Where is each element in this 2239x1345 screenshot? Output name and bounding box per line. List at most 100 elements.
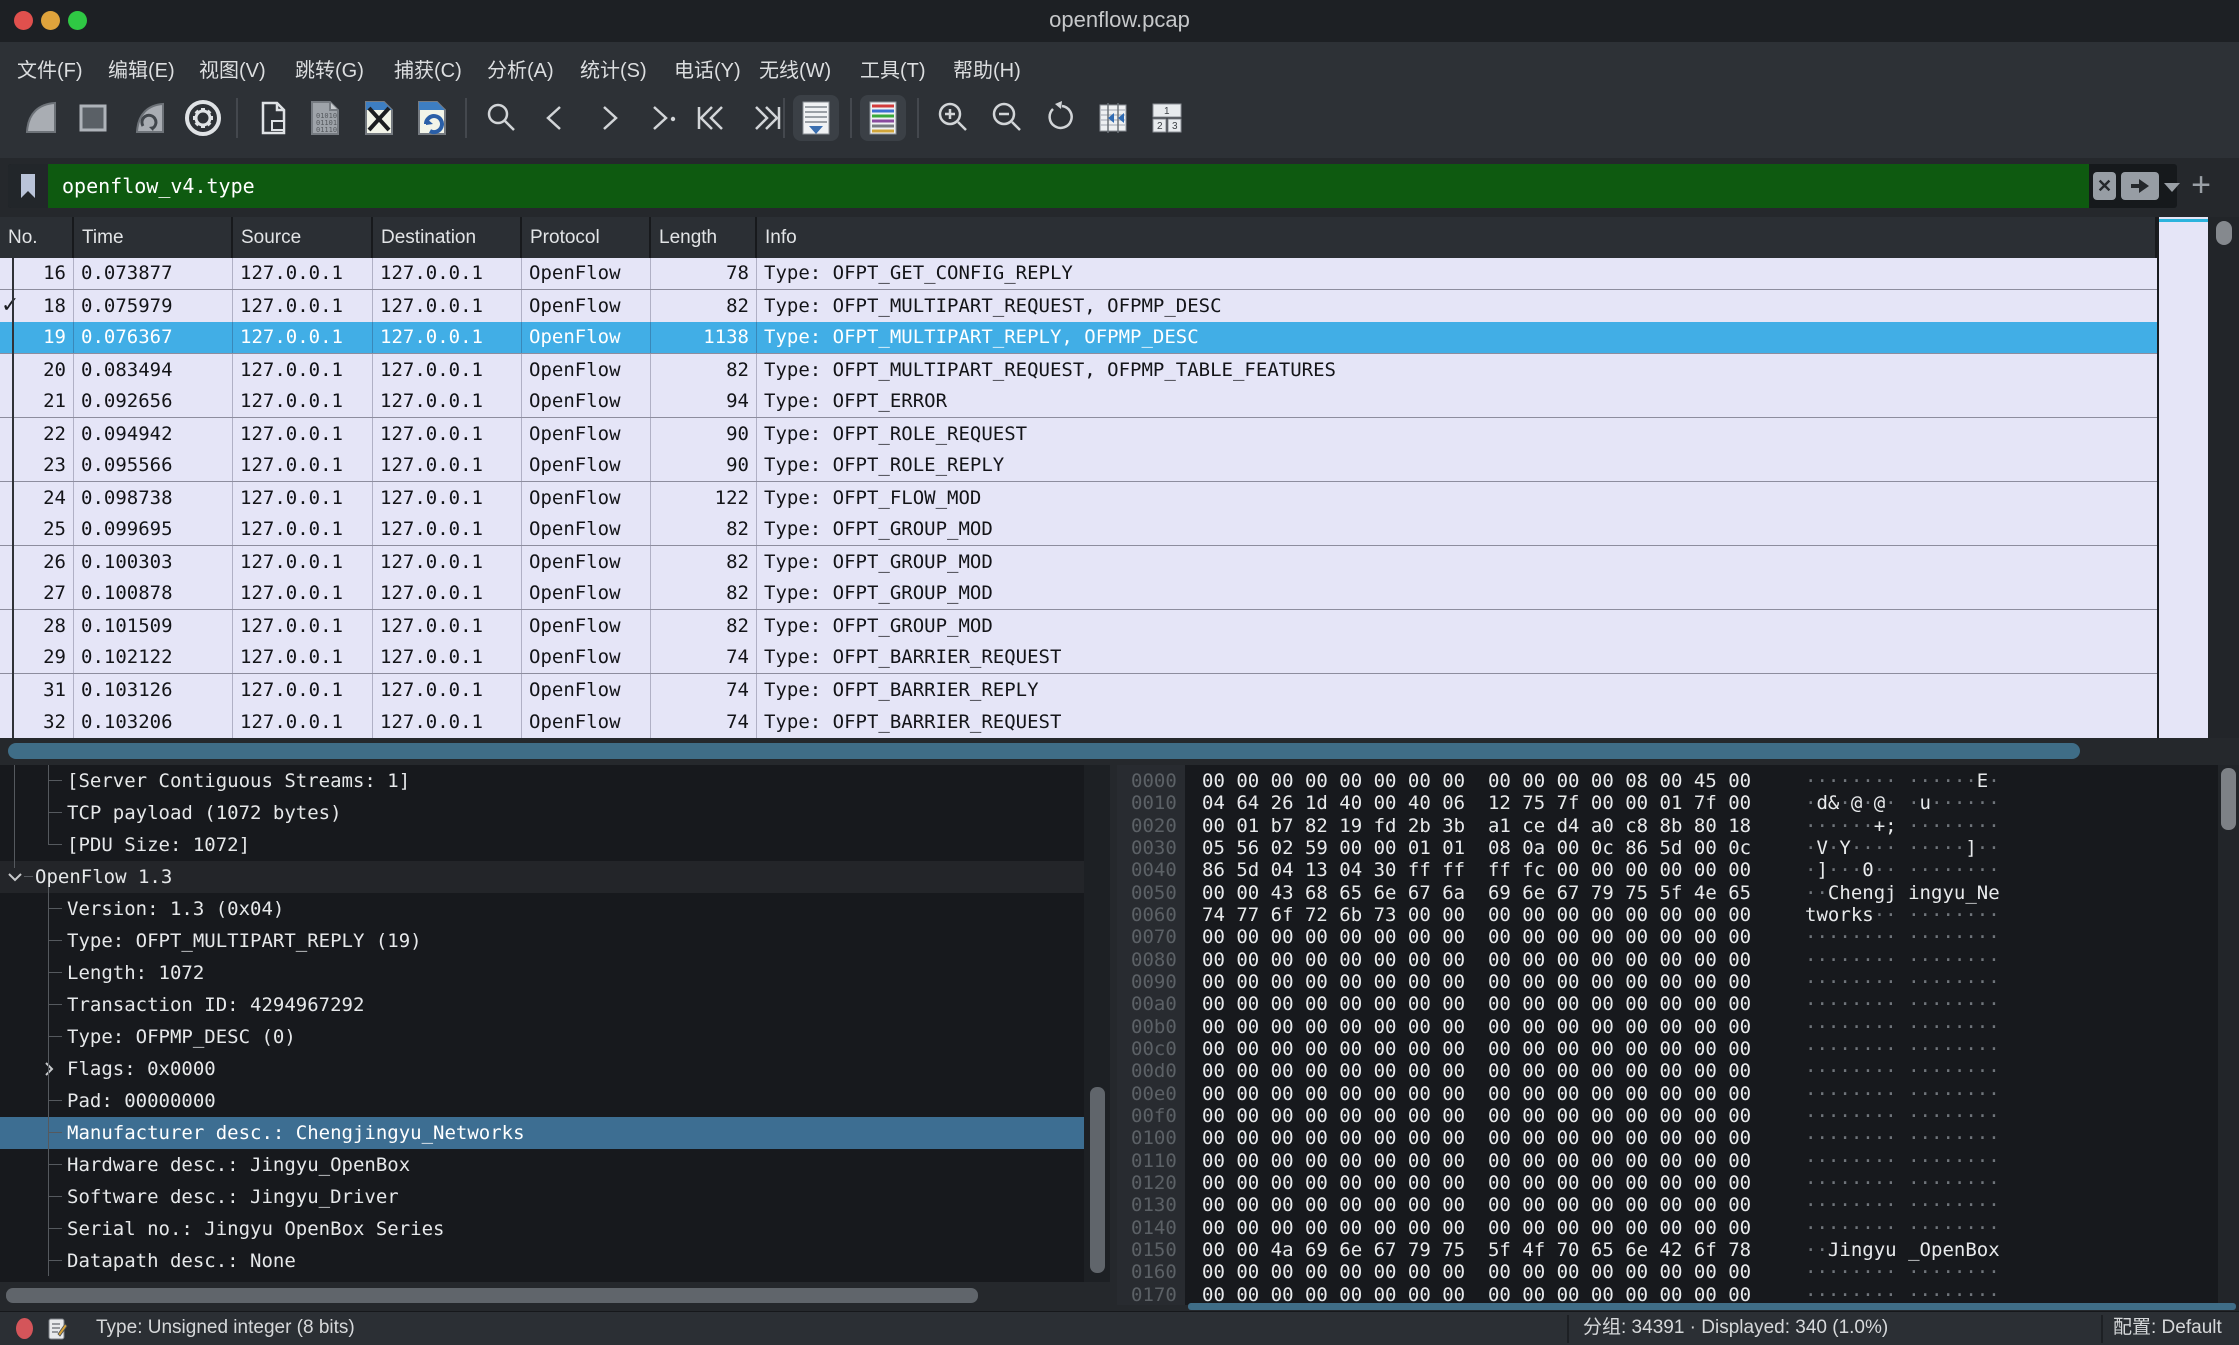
hex-row-0000[interactable]: 000000 00 00 00 00 00 00 00 00 00 00 00 … — [1117, 770, 2239, 792]
capture-start-icon[interactable] — [18, 95, 64, 141]
hex-row-0070[interactable]: 007000 00 00 00 00 00 00 00 00 00 00 00 … — [1117, 926, 2239, 948]
hex-row-00e0[interactable]: 00e000 00 00 00 00 00 00 00 00 00 00 00 … — [1117, 1083, 2239, 1105]
close-file-icon[interactable] — [356, 95, 402, 141]
packet-row-19[interactable]: 190.076367127.0.0.1127.0.0.1OpenFlow1138… — [0, 322, 2157, 354]
hex-row-0140[interactable]: 014000 00 00 00 00 00 00 00 00 00 00 00 … — [1117, 1217, 2239, 1239]
detail-row[interactable]: Flags: 0x0000 — [0, 1053, 1110, 1085]
capture-comment-icon[interactable] — [48, 1318, 68, 1342]
packet-row-29[interactable]: 290.102122127.0.0.1127.0.0.1OpenFlow74Ty… — [0, 642, 2157, 674]
hex-row-0080[interactable]: 008000 00 00 00 00 00 00 00 00 00 00 00 … — [1117, 949, 2239, 971]
go-first-icon[interactable] — [688, 95, 734, 141]
find-packet-icon[interactable] — [478, 95, 524, 141]
menu-item[interactable]: 文件(F) — [17, 54, 83, 83]
hex-row-00b0[interactable]: 00b000 00 00 00 00 00 00 00 00 00 00 00 … — [1117, 1016, 2239, 1038]
menu-item[interactable]: 分析(A) — [487, 54, 554, 83]
detail-row[interactable]: Hardware desc.: Jingyu_OpenBox — [0, 1149, 1110, 1181]
expander-closed-icon[interactable] — [40, 1053, 58, 1085]
packet-row-32[interactable]: 320.103206127.0.0.1127.0.0.1OpenFlow74Ty… — [0, 706, 2157, 738]
fixed-columns-icon[interactable]: 123 — [1144, 95, 1190, 141]
detail-row[interactable]: OpenFlow 1.3 — [0, 861, 1110, 893]
packet-list-header[interactable]: No.TimeSourceDestinationProtocolLengthIn… — [0, 217, 2157, 258]
hex-row-0110[interactable]: 011000 00 00 00 00 00 00 00 00 00 00 00 … — [1117, 1150, 2239, 1172]
menu-item[interactable]: 帮助(H) — [953, 54, 1021, 83]
packet-row-23[interactable]: 230.095566127.0.0.1127.0.0.1OpenFlow90Ty… — [0, 450, 2157, 482]
auto-scroll-icon[interactable] — [793, 95, 839, 141]
go-forward-icon[interactable] — [586, 95, 632, 141]
column-header-length[interactable]: Length — [651, 217, 757, 258]
filter-bookmark-button[interactable] — [8, 164, 48, 208]
expert-info-icon[interactable] — [16, 1318, 33, 1339]
menu-item[interactable]: 电话(Y) — [674, 54, 741, 83]
hex-row-00c0[interactable]: 00c000 00 00 00 00 00 00 00 00 00 00 00 … — [1117, 1038, 2239, 1060]
detail-row[interactable]: Manufacturer desc.: Chengjingyu_Networks — [0, 1117, 1110, 1149]
detail-row[interactable]: Version: 1.3 (0x04) — [0, 893, 1110, 925]
packet-list-hscrollbar-thumb[interactable] — [8, 743, 2080, 759]
hex-row-00d0[interactable]: 00d000 00 00 00 00 00 00 00 00 00 00 00 … — [1117, 1060, 2239, 1082]
packet-row-18[interactable]: 180.075979127.0.0.1127.0.0.1OpenFlow82Ty… — [0, 290, 2157, 322]
packet-row-28[interactable]: 280.101509127.0.0.1127.0.0.1OpenFlow82Ty… — [0, 610, 2157, 642]
hex-row-0010[interactable]: 001004 64 26 1d 40 00 40 06 12 75 7f 00 … — [1117, 792, 2239, 814]
resize-columns-icon[interactable] — [1090, 95, 1136, 141]
column-header-protocol[interactable]: Protocol — [522, 217, 651, 258]
open-file-icon[interactable] — [250, 95, 296, 141]
hex-row-0060[interactable]: 006074 77 6f 72 6b 73 00 00 00 00 00 00 … — [1117, 904, 2239, 926]
hex-row-00a0[interactable]: 00a000 00 00 00 00 00 00 00 00 00 00 00 … — [1117, 993, 2239, 1015]
column-header-source[interactable]: Source — [233, 217, 373, 258]
menu-item[interactable]: 无线(W) — [759, 54, 831, 83]
detail-row[interactable]: [PDU Size: 1072] — [0, 829, 1110, 861]
details-vscrollbar-thumb[interactable] — [1090, 1087, 1105, 1273]
hex-hscrollbar-thumb[interactable] — [1188, 1303, 2236, 1310]
hex-row-0020[interactable]: 002000 01 b7 82 19 fd 2b 3b a1 ce d4 a0 … — [1117, 815, 2239, 837]
go-back-icon[interactable] — [532, 95, 578, 141]
detail-row[interactable]: Type: OFPMP_DESC (0) — [0, 1021, 1110, 1053]
filter-apply-button[interactable] — [2121, 172, 2159, 200]
detail-row[interactable]: Serial no.: Jingyu OpenBox Series — [0, 1213, 1110, 1245]
filter-bar[interactable]: openflow_v4.type ✕ — [8, 164, 2177, 208]
menu-item[interactable]: 编辑(E) — [108, 54, 175, 83]
packet-list-hscrollbar[interactable] — [0, 738, 2239, 765]
packet-row-16[interactable]: 160.073877127.0.0.1127.0.0.1OpenFlow78Ty… — [0, 258, 2157, 290]
packet-list-vscrollbar-thumb[interactable] — [2216, 221, 2232, 245]
packet-row-27[interactable]: 270.100878127.0.0.1127.0.0.1OpenFlow82Ty… — [0, 578, 2157, 610]
expander-open-icon[interactable] — [6, 861, 24, 893]
menu-item[interactable]: 统计(S) — [580, 54, 647, 83]
menu-item[interactable]: 视图(V) — [199, 54, 266, 83]
detail-row[interactable]: TCP payload (1072 bytes) — [0, 797, 1110, 829]
packet-list-minimap[interactable] — [2157, 217, 2208, 738]
detail-row[interactable]: Type: OFPT_MULTIPART_REPLY (19) — [0, 925, 1110, 957]
capture-restart-icon[interactable] — [126, 95, 172, 141]
hex-row-0120[interactable]: 012000 00 00 00 00 00 00 00 00 00 00 00 … — [1117, 1172, 2239, 1194]
reload-file-icon[interactable] — [409, 95, 455, 141]
profile-status[interactable]: 配置: Default — [2113, 1312, 2222, 1345]
menu-item[interactable]: 工具(T) — [860, 54, 926, 83]
column-header-no[interactable]: No. — [0, 217, 74, 258]
hex-vscrollbar[interactable] — [2218, 765, 2239, 1305]
column-header-time[interactable]: Time — [74, 217, 233, 258]
zoom-out-icon[interactable] — [984, 95, 1030, 141]
hex-row-0050[interactable]: 005000 00 43 68 65 6e 67 6a 69 6e 67 79 … — [1117, 882, 2239, 904]
packet-row-21[interactable]: 210.092656127.0.0.1127.0.0.1OpenFlow94Ty… — [0, 386, 2157, 418]
packet-row-31[interactable]: 310.103126127.0.0.1127.0.0.1OpenFlow74Ty… — [0, 674, 2157, 706]
hex-row-0160[interactable]: 016000 00 00 00 00 00 00 00 00 00 00 00 … — [1117, 1261, 2239, 1283]
menu-item[interactable]: 捕获(C) — [394, 54, 462, 83]
capture-options-icon[interactable] — [180, 95, 226, 141]
add-filter-button[interactable]: + — [2186, 164, 2216, 208]
packet-row-26[interactable]: 260.100303127.0.0.1127.0.0.1OpenFlow82Ty… — [0, 546, 2157, 578]
packet-row-24[interactable]: 240.098738127.0.0.1127.0.0.1OpenFlow122T… — [0, 482, 2157, 514]
detail-row[interactable]: Datapath desc.: None — [0, 1245, 1110, 1277]
hex-row-0130[interactable]: 013000 00 00 00 00 00 00 00 00 00 00 00 … — [1117, 1194, 2239, 1216]
detail-row[interactable]: Pad: 00000000 — [0, 1085, 1110, 1117]
detail-row[interactable]: Length: 1072 — [0, 957, 1110, 989]
filter-dropdown-caret[interactable] — [2164, 183, 2180, 192]
packet-list-vscrollbar[interactable] — [2208, 217, 2239, 738]
hex-row-0100[interactable]: 010000 00 00 00 00 00 00 00 00 00 00 00 … — [1117, 1127, 2239, 1149]
column-header-destination[interactable]: Destination — [373, 217, 522, 258]
hex-vscrollbar-thumb[interactable] — [2221, 768, 2236, 830]
detail-row[interactable]: Transaction ID: 4294967292 — [0, 989, 1110, 1021]
packet-row-22[interactable]: 220.094942127.0.0.1127.0.0.1OpenFlow90Ty… — [0, 418, 2157, 450]
filter-clear-button[interactable]: ✕ — [2093, 172, 2116, 200]
detail-row[interactable]: Software desc.: Jingyu_Driver — [0, 1181, 1110, 1213]
go-to-packet-icon[interactable] — [640, 95, 686, 141]
details-hscrollbar[interactable] — [0, 1282, 1110, 1308]
packet-row-25[interactable]: 250.099695127.0.0.1127.0.0.1OpenFlow82Ty… — [0, 514, 2157, 546]
